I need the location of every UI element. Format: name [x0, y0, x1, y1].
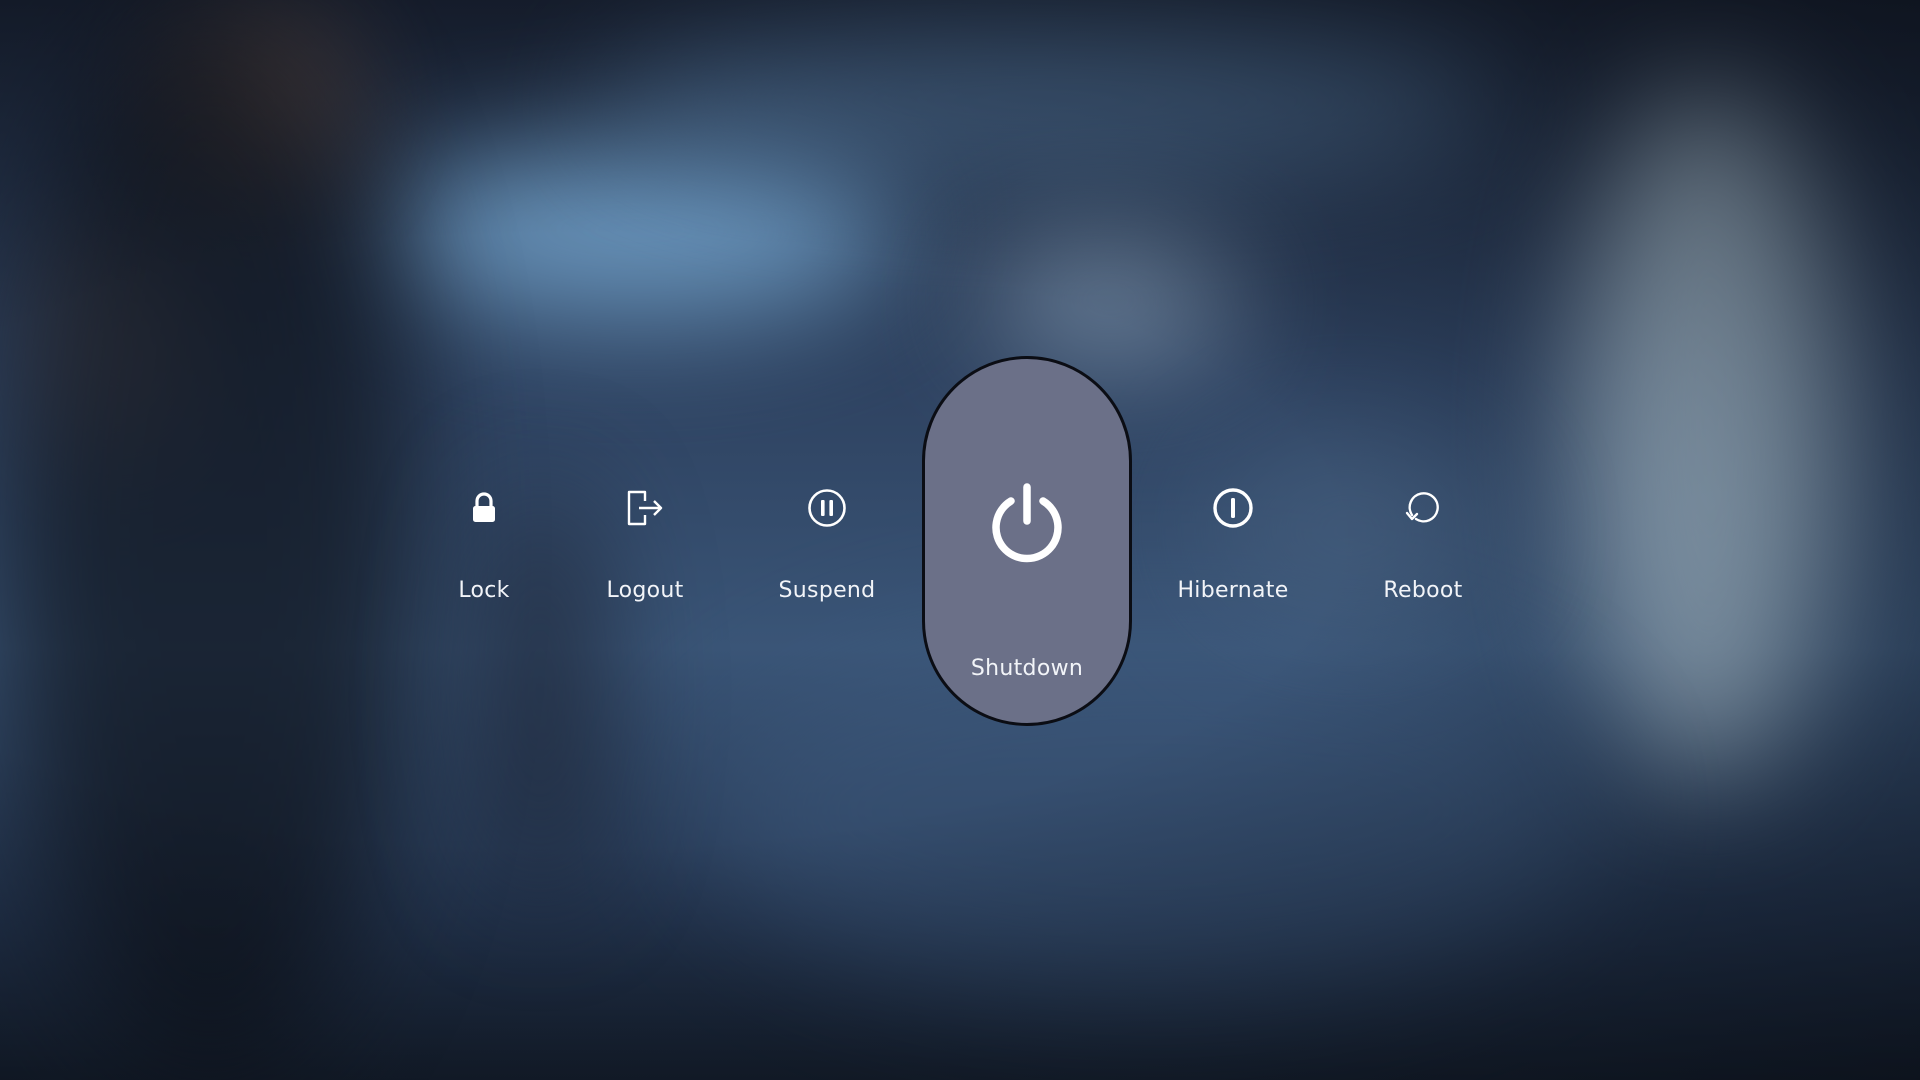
suspend-label: Suspend — [778, 578, 876, 603]
reboot-icon — [1401, 486, 1445, 530]
shutdown-label: Shutdown — [970, 656, 1084, 681]
lock-label: Lock — [458, 578, 510, 603]
hibernate-label: Hibernate — [1177, 578, 1289, 603]
pause-circle-icon — [805, 486, 849, 530]
shutdown-button[interactable]: Shutdown — [922, 356, 1132, 726]
power-icon — [985, 481, 1069, 565]
power-menu: Lock Logout Suspend Shutdown Hibernate R… — [0, 0, 1920, 1080]
logout-label: Logout — [606, 578, 684, 603]
hibernate-icon — [1211, 486, 1255, 530]
lock-icon — [462, 486, 506, 530]
reboot-button[interactable]: Reboot — [1343, 440, 1503, 640]
suspend-button[interactable]: Suspend — [747, 440, 907, 640]
logout-button[interactable]: Logout — [565, 440, 725, 640]
lock-button[interactable]: Lock — [404, 440, 564, 640]
power-menu-screen: Lock Logout Suspend Shutdown Hibernate R… — [0, 0, 1920, 1080]
hibernate-button[interactable]: Hibernate — [1153, 440, 1313, 640]
logout-icon — [623, 486, 667, 530]
reboot-label: Reboot — [1383, 578, 1463, 603]
